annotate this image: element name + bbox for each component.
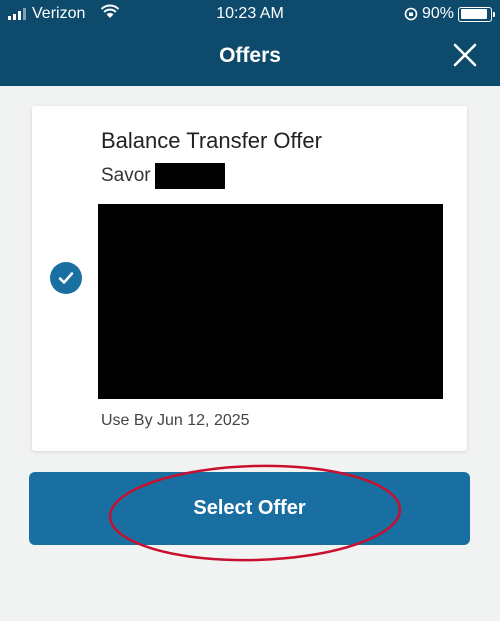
status-bar: Verizon 10:23 AM 90% (0, 0, 500, 28)
redacted-account-number (154, 163, 225, 189)
offer-title: Balance Transfer Offer (101, 128, 322, 153)
check-icon (58, 272, 74, 284)
battery-icon (458, 6, 495, 22)
page-title: Offers (219, 44, 281, 67)
status-right: 90% (404, 5, 495, 23)
redacted-offer-details (98, 204, 443, 399)
selected-checkmark-icon[interactable] (50, 262, 82, 294)
app-header: Verizon 10:23 AM 90% Offers (0, 0, 500, 86)
offer-card[interactable]: Balance Transfer Offer Savor Use By Jun … (32, 106, 467, 451)
close-icon[interactable] (452, 42, 478, 68)
battery-fill (460, 9, 487, 19)
select-offer-button[interactable]: Select Offer (29, 472, 470, 545)
product-name: Savor (101, 165, 151, 186)
orientation-lock-icon (404, 7, 418, 21)
product-line: Savor (101, 163, 225, 189)
battery-percent: 90% (421, 5, 454, 22)
offer-expiration: Use By Jun 12, 2025 (101, 412, 250, 429)
